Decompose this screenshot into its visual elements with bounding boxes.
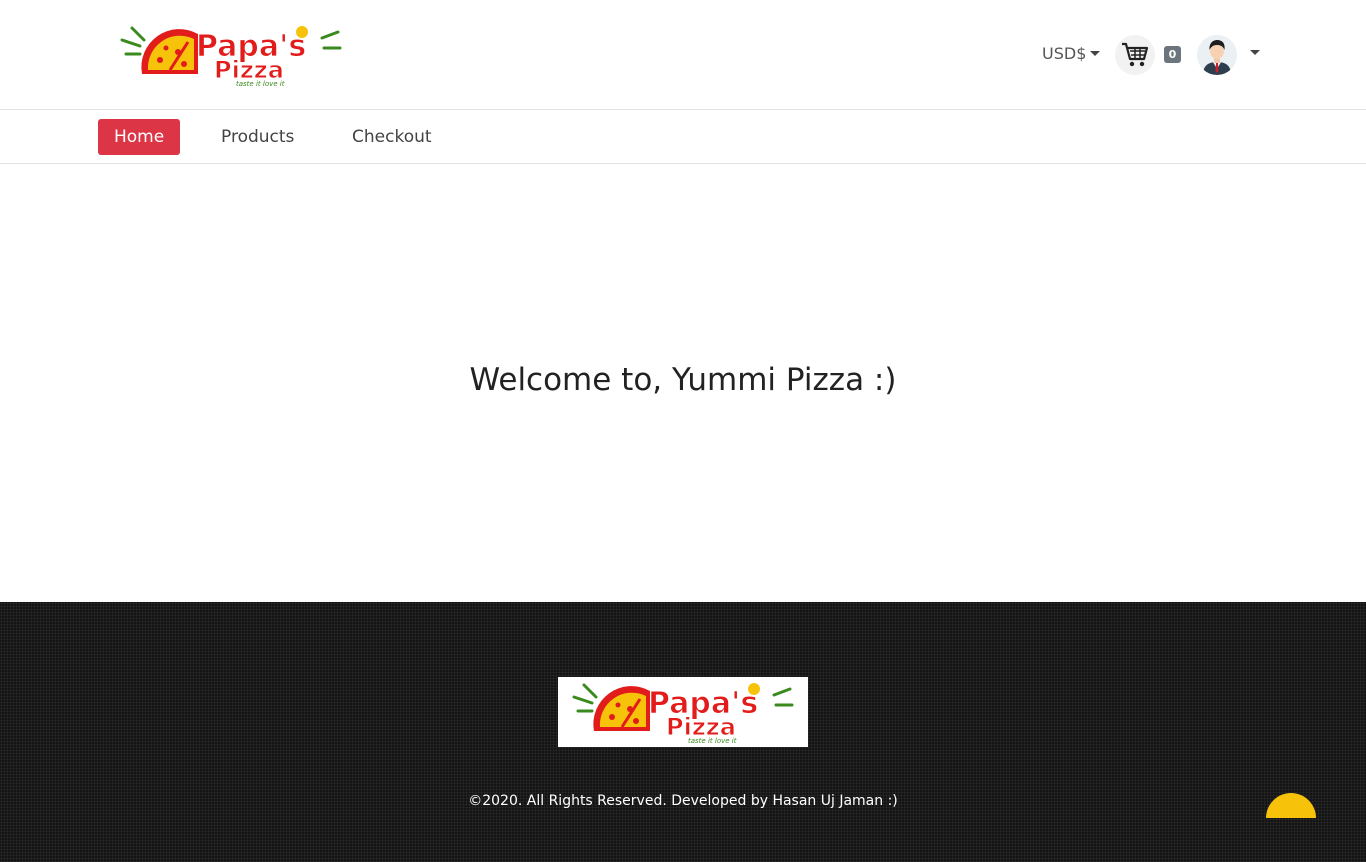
nav-home[interactable]: Home [98, 119, 181, 155]
footer-logo: Papa's Pizza taste it love it [558, 677, 808, 747]
site-header: Papa's Pizza taste it love it USD$ 0 [0, 0, 1366, 110]
nav-products[interactable]: Products [205, 119, 310, 155]
pizza-logo-image: Papa's Pizza taste it love it [120, 26, 342, 88]
user-avatar[interactable] [1197, 35, 1237, 75]
currency-label: USD$ [1042, 44, 1087, 63]
svg-text:taste it love it: taste it love it [236, 80, 285, 88]
pizza-logo-image: Papa's Pizza taste it love it [572, 683, 794, 745]
user-menu-chevron-icon[interactable] [1250, 50, 1260, 55]
copyright-text: ©2020. All Rights Reserved. Developed by… [468, 793, 898, 809]
svg-text:taste it love it: taste it love it [688, 737, 737, 745]
cart-count-badge: 0 [1164, 46, 1181, 63]
shopping-cart-icon [1122, 42, 1149, 67]
site-logo[interactable]: Papa's Pizza taste it love it [118, 20, 344, 90]
site-footer: Papa's Pizza taste it love it ©2020. All… [0, 602, 1366, 862]
welcome-heading: Welcome to, Yummi Pizza :) [469, 362, 897, 398]
cart-button[interactable] [1115, 35, 1155, 75]
user-avatar-icon [1197, 35, 1237, 75]
currency-selector[interactable]: USD$ [1042, 44, 1101, 63]
chevron-down-icon [1090, 51, 1101, 56]
nav-checkout[interactable]: Checkout [336, 119, 448, 155]
main-nav: Home Products Checkout [0, 111, 1366, 164]
